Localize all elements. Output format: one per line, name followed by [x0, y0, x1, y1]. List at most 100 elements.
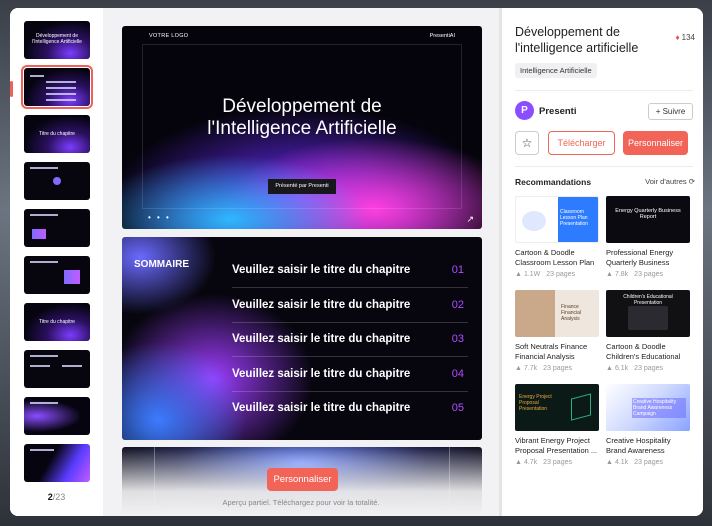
thumbnail-4[interactable]	[24, 162, 90, 200]
category-tag[interactable]: Intelligence Artificielle	[515, 63, 597, 78]
card-likes: 4.1k	[614, 459, 629, 466]
slide-brand: PresentiAI	[429, 33, 455, 39]
card-name: Creative Hospitality Brand Awareness Cam…	[606, 436, 671, 455]
recommendation-card[interactable]: Finance Financial Analysis Soft Neutrals…	[515, 290, 599, 372]
card-meta: ▲ 7.7k 23 pages	[515, 365, 599, 372]
summary-row-text: Veuillez saisir le titre du chapitre	[232, 299, 411, 311]
personalize-button[interactable]: Personnaliser	[623, 131, 688, 155]
recommendations-heading: Recommandations	[515, 177, 592, 187]
card-pages: 23 pages	[543, 459, 572, 466]
likes-count[interactable]: ♦ 134	[676, 33, 695, 42]
page-total: /23	[52, 492, 66, 502]
summary-row-text: Veuillez saisir le titre du chapitre	[232, 368, 411, 380]
card-likes: 7.7k	[523, 365, 538, 372]
recommendation-card[interactable]: Creative Hospitality Brand Awareness Cam…	[606, 384, 690, 466]
thumb-line	[46, 81, 76, 83]
thumbnail-7[interactable]: Titre du chapitre	[24, 303, 90, 341]
slide-title-line-2: l'Intelligence Artificielle	[207, 118, 397, 139]
card-pages: 23 pages	[634, 271, 663, 278]
thumbnail-6[interactable]	[24, 256, 90, 294]
summary-row-text: Veuillez saisir le titre du chapitre	[232, 402, 411, 414]
like-icon: ▲	[515, 459, 522, 466]
card-pages: 23 pages	[543, 365, 572, 372]
thumbnail-2[interactable]	[21, 65, 93, 109]
card-meta: ▲ 6.1k 23 pages	[606, 365, 690, 372]
thumb-line	[30, 402, 58, 404]
thumb-line	[30, 365, 50, 367]
follow-button[interactable]: + Suivre	[648, 103, 693, 120]
thumb-shape	[32, 229, 46, 239]
dots-decoration: • • •	[148, 213, 171, 222]
card-photo	[515, 290, 555, 337]
slide-title-line-1: Développement de	[222, 96, 382, 117]
card-thumbnail: Energy Project Proposal Presentation	[515, 384, 599, 431]
card-thumbnail-text: Children's Educational Presentation	[623, 294, 673, 306]
doodle-icon	[522, 211, 546, 231]
thumb-line	[30, 449, 54, 451]
recommendation-card[interactable]: Energy Project Proposal Presentation Vib…	[515, 384, 599, 466]
download-button[interactable]: Télécharger	[548, 131, 615, 155]
summary-row: Veuillez saisir le titre du chapitre 03	[232, 323, 468, 357]
summary-row-text: Veuillez saisir le titre du chapitre	[232, 333, 411, 345]
recommendation-card[interactable]: Classroom Lesson Plan Presentation Carto…	[515, 196, 599, 278]
thumb-line	[30, 167, 58, 169]
details-panel: Développement de l'intelligence artifici…	[502, 8, 703, 516]
thumbnail-10[interactable]	[24, 444, 90, 482]
slide-title: VOTRE LOGO PresentiAI Développement de l…	[122, 26, 482, 229]
thumbnail-title: Titre du chapitre	[39, 131, 75, 137]
like-icon: ▲	[606, 365, 613, 372]
card-thumbnail: Energy Quarterly Business Report	[606, 196, 690, 243]
divider	[515, 90, 693, 91]
like-icon: ▲	[606, 459, 613, 466]
favorite-star-icon[interactable]: ☆	[515, 131, 539, 155]
avatar[interactable]: P	[515, 101, 534, 120]
card-screen	[628, 306, 668, 330]
card-pages: 23 pages	[634, 459, 663, 466]
slide-main-title: Développement de l'Intelligence Artifici…	[122, 96, 482, 140]
recommendation-card[interactable]: Children's Educational Presentation Cart…	[606, 290, 690, 372]
like-icon: ▲	[515, 271, 522, 278]
thumb-line	[46, 87, 76, 89]
card-meta: ▲ 4.7k 23 pages	[515, 459, 599, 466]
see-more-link[interactable]: Voir d'autres ⟳	[645, 177, 695, 186]
thumb-circle	[53, 177, 61, 185]
card-likes: 7.8k	[614, 271, 629, 278]
author-name[interactable]: Presenti	[539, 106, 577, 117]
card-pages: 23 pages	[634, 365, 663, 372]
card-thumbnail: Creative Hospitality Brand Awareness Cam…	[606, 384, 690, 431]
thumb-line	[46, 93, 76, 95]
card-name: Soft Neutrals Finance Financial Analysis…	[515, 342, 588, 361]
thumbnail-9[interactable]	[24, 397, 90, 435]
thumbnail-strip[interactable]: Développement de l'Intelligence Artifici…	[10, 8, 103, 516]
thumbnail-3[interactable]: Titre du chapitre	[24, 115, 90, 153]
card-name: Cartoon & Doodle Classroom Lesson Plan P…	[515, 248, 595, 267]
personalize-preview-button[interactable]: Personnaliser	[267, 468, 338, 491]
arrow-icon: ↗	[466, 214, 474, 224]
template-modal: Développement de l'Intelligence Artifici…	[10, 8, 703, 516]
divider	[515, 166, 693, 167]
like-icon: ▲	[606, 271, 613, 278]
recommendation-card[interactable]: Energy Quarterly Business Report Profess…	[606, 196, 690, 278]
summary-row-text: Veuillez saisir le titre du chapitre	[232, 264, 411, 276]
thumb-line	[62, 365, 82, 367]
card-name: Professional Energy Quarterly Business R…	[606, 248, 674, 267]
selected-marker	[10, 81, 13, 97]
presenter-pill: Présenté par Presenti	[268, 179, 336, 194]
card-thumbnail: Classroom Lesson Plan Presentation	[515, 196, 599, 243]
card-name: Vibrant Energy Project Proposal Presenta…	[515, 436, 598, 455]
thumbnail-5[interactable]	[24, 209, 90, 247]
card-pages: 23 pages	[546, 271, 576, 278]
summary-heading: SOMMAIRE	[134, 259, 189, 270]
like-icon: ▲	[515, 365, 522, 372]
card-thumbnail-text: Finance Financial Analysis	[561, 304, 582, 322]
template-title: Développement de l'intelligence artifici…	[515, 25, 639, 55]
slide-preview[interactable]: VOTRE LOGO PresentiAI Développement de l…	[103, 8, 499, 516]
thumbnail-8[interactable]	[24, 350, 90, 388]
summary-row-number: 05	[451, 402, 464, 414]
summary-row-number: 04	[451, 368, 464, 380]
card-thumbnail-text: Classroom Lesson Plan Presentation	[560, 209, 589, 227]
thumb-line	[46, 99, 76, 101]
card-meta: ▲ 4.1k 23 pages	[606, 459, 690, 466]
flame-icon: ♦	[675, 33, 680, 42]
thumbnail-1[interactable]: Développement de l'Intelligence Artifici…	[24, 21, 90, 59]
